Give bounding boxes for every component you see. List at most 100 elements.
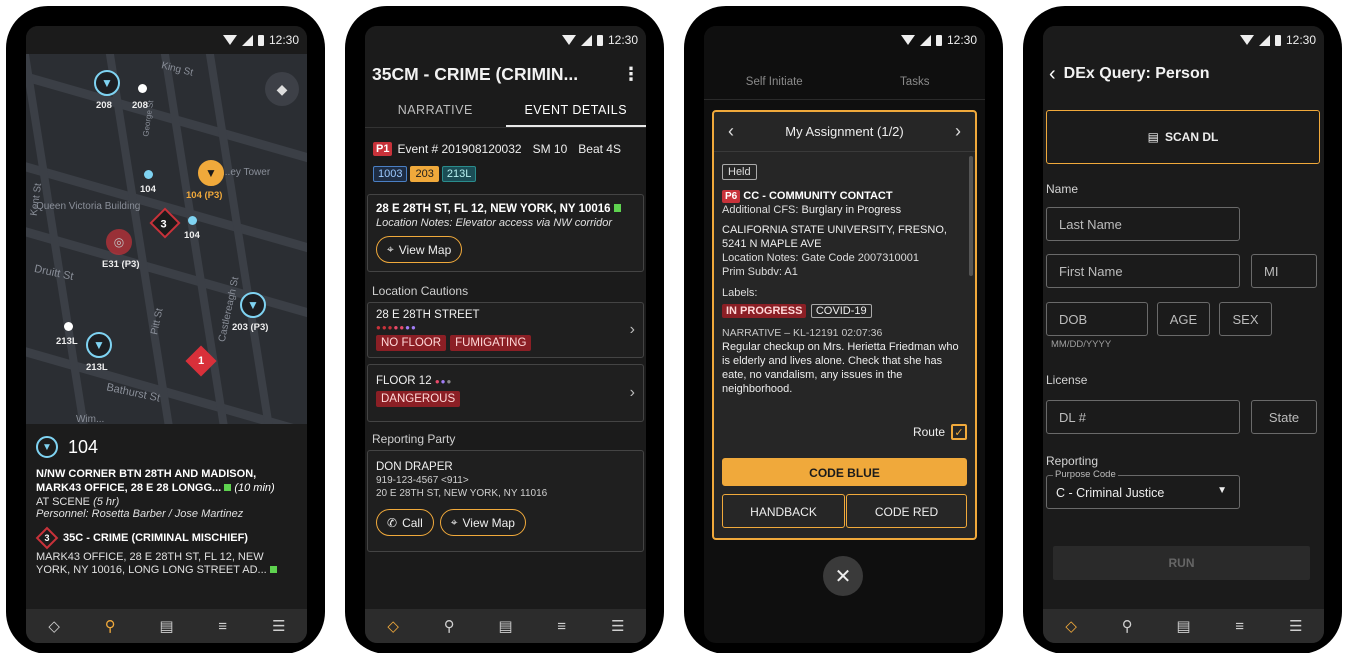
shield-icon: ▼ [101, 76, 113, 90]
battery-icon [257, 34, 264, 46]
caution-item[interactable]: FLOOR 12 ●●● DANGEROUS › [367, 364, 644, 422]
more-icon[interactable]: ⋮ [622, 64, 640, 85]
labels-header: Labels: [722, 287, 758, 299]
tab-tasks[interactable]: Tasks [845, 66, 986, 99]
clock: 12:30 [1285, 33, 1316, 47]
tab-event-details[interactable]: EVENT DETAILS [505, 94, 646, 127]
unit-marker[interactable]: ◎ [106, 229, 132, 255]
view-map-button[interactable]: ⌖ View Map [376, 236, 463, 263]
unit-label: 213L [86, 362, 108, 373]
tab-bar: Self Initiate Tasks [704, 66, 985, 100]
unit-label: E31 (P3) [102, 259, 140, 270]
code-red-button[interactable]: CODE RED [846, 494, 967, 528]
chevron-left-icon[interactable]: ‹ [728, 121, 734, 142]
unit-label: 208 [132, 100, 148, 111]
street-label: Druitt St [33, 263, 75, 283]
handback-button[interactable]: HANDBACK [722, 494, 845, 528]
clock: 12:30 [607, 33, 638, 47]
diamond-icon[interactable]: ◇ [378, 617, 408, 635]
dob-field[interactable]: DOB [1046, 302, 1148, 336]
wifi-icon [900, 35, 915, 45]
document-icon[interactable]: ▤ [151, 617, 181, 635]
tab-narrative[interactable]: NARRATIVE [365, 94, 506, 127]
state-field[interactable]: State [1251, 400, 1317, 434]
unit-marker[interactable]: ▼ [94, 70, 120, 96]
screen: 12:30 Self Initiate Tasks ‹ My Assignmen… [704, 26, 985, 643]
battery-icon [1274, 34, 1281, 46]
reporting-party-card: DON DRAPER 919-123-4567 <911> 20 E 28TH … [367, 450, 644, 552]
close-button[interactable]: ✕ [823, 556, 863, 596]
back-arrow-icon[interactable]: ‹ [1049, 63, 1056, 86]
bottom-nav: ◇ ⚲ ▤ ≡ ☰ [365, 609, 646, 643]
map[interactable]: King St Queen Victoria Building Druitt S… [26, 54, 307, 424]
wifi-icon [561, 35, 576, 45]
app-bar: ‹ DEx Query: Person [1043, 54, 1324, 94]
map-pin-icon[interactable]: ⚲ [95, 617, 125, 635]
age-field[interactable]: AGE [1157, 302, 1210, 336]
incident-marker[interactable]: 1 [185, 345, 217, 377]
view-map-label: View Map [398, 242, 452, 257]
location-notes-label: Location Notes: [376, 217, 453, 229]
tab-self-initiate[interactable]: Self Initiate [704, 66, 845, 99]
scan-dl-button[interactable]: ▤ SCAN DL [1046, 110, 1320, 164]
phone-event-details: 12:30 35CM - CRIME (CRIMIN... ⋮ NARRATIV… [345, 6, 664, 653]
map-pin-icon[interactable]: ⚲ [434, 617, 464, 635]
unit-dot[interactable] [64, 322, 73, 331]
signal-icon [580, 34, 592, 46]
unit-marker[interactable]: ▼ [240, 292, 266, 318]
map-pin-icon[interactable]: ⚲ [1112, 617, 1142, 635]
code-blue-button[interactable]: CODE BLUE [722, 458, 967, 486]
first-name-field[interactable]: First Name [1046, 254, 1240, 288]
call-button[interactable]: ✆ Call [376, 509, 434, 536]
code-tag: 213L [441, 166, 477, 182]
crosshair-icon: ◎ [113, 235, 125, 249]
menu-icon[interactable]: ☰ [603, 617, 633, 635]
status-square [613, 204, 621, 212]
mi-field[interactable]: MI [1251, 254, 1317, 288]
color-dots: ●●●●●●● [376, 323, 417, 332]
incident-diamond-icon: 3 [35, 526, 59, 550]
document-icon[interactable]: ▤ [1168, 617, 1198, 635]
cfs-label: Additional CFS: [722, 204, 799, 216]
diamond-icon[interactable]: ◇ [39, 617, 69, 635]
purpose-code-select[interactable]: Purpose Code C - Criminal Justice ▼ [1046, 469, 1240, 509]
unit-number: 104 [68, 436, 99, 457]
unit-label: 203 (P3) [232, 322, 269, 333]
event-header: P1 Event # 201908120032 SM 10 Beat 4S 10… [365, 128, 646, 182]
list-icon[interactable]: ≡ [208, 618, 238, 635]
chevron-right-icon[interactable]: › [955, 121, 961, 142]
narrative-header: NARRATIVE – KL-12191 02:07:36 [722, 327, 883, 339]
list-icon[interactable]: ≡ [1225, 618, 1255, 635]
unit-label: 213L [56, 336, 78, 347]
menu-icon[interactable]: ☰ [1281, 617, 1311, 635]
event-number: Event # 201908120032 [397, 142, 522, 156]
event-address: 28 E 28TH ST, FL 12, NEW YORK, NY 10016 [376, 203, 611, 215]
phone-icon: ✆ [387, 515, 398, 530]
unit-marker[interactable]: ▼ [198, 160, 224, 186]
unit-marker[interactable]: ▼ [86, 332, 112, 358]
run-button[interactable]: RUN [1053, 546, 1310, 580]
unit-dot[interactable] [188, 216, 197, 225]
diamond-icon[interactable]: ◇ [1056, 617, 1086, 635]
status-square [269, 566, 277, 573]
caution-item[interactable]: 28 E 28TH STREET ●●●●●●● NO FLOOR FUMIGAT… [367, 302, 644, 358]
dl-field[interactable]: DL # [1046, 400, 1240, 434]
menu-icon[interactable]: ☰ [264, 617, 294, 635]
document-icon[interactable]: ▤ [490, 617, 520, 635]
call-type: CC - COMMUNITY CONTACT [743, 190, 893, 202]
unit-dot[interactable] [138, 84, 147, 93]
sex-field[interactable]: SEX [1219, 302, 1272, 336]
assignment-body[interactable]: Held P6 CC - COMMUNITY CONTACT Additiona… [714, 152, 975, 424]
subdv-value: A1 [784, 266, 798, 278]
unit-detail-card[interactable]: ▼ 104 N/NW CORNER BTN 28TH AND MADISON, … [26, 424, 307, 609]
shield-icon: ▼ [247, 298, 259, 312]
unit-dot[interactable] [144, 170, 153, 179]
last-name-field[interactable]: Last Name [1046, 207, 1240, 241]
list-icon[interactable]: ≡ [547, 618, 577, 635]
route-checkbox[interactable]: ✓ [951, 424, 967, 440]
scrollbar[interactable] [969, 156, 973, 276]
view-map-button[interactable]: ⌖ View Map [439, 509, 526, 536]
layers-button[interactable]: ◆ [265, 72, 299, 106]
barcode-icon: ▤ [1147, 130, 1159, 144]
party-address: 20 E 28TH ST, NEW YORK, NY 11016 [376, 488, 548, 499]
